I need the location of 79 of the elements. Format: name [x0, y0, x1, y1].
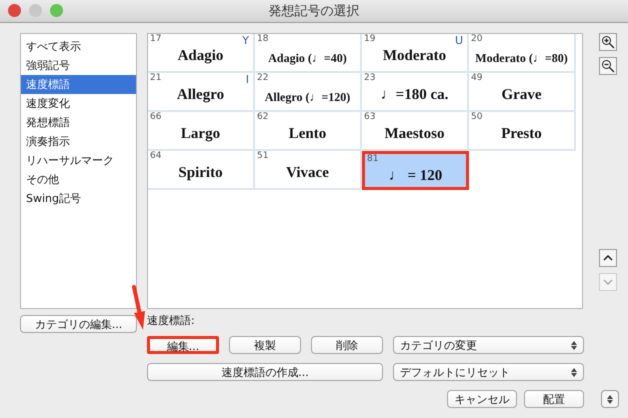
marking-cell[interactable]: 23 ♩=180 ca.: [362, 73, 469, 112]
scroll-up-button[interactable]: [599, 249, 617, 267]
updown-icon: [571, 340, 577, 350]
updown-icon: [571, 368, 577, 376]
category-item[interactable]: その他: [21, 170, 136, 189]
category-item[interactable]: すべて表示: [21, 37, 136, 56]
close-button[interactable]: [8, 4, 21, 17]
edit-category-button[interactable]: カテゴリの編集...: [20, 315, 137, 333]
marking-text: Largo: [180, 126, 222, 143]
marking-cell[interactable]: 66 Largo: [148, 112, 255, 151]
marking-text: ♩=180 ca.: [380, 87, 450, 104]
zoom-in-icon[interactable]: [599, 33, 617, 51]
reset-popup[interactable]: デフォルトにリセット: [393, 363, 584, 381]
marking-number: 20: [471, 34, 482, 44]
marking-text: Adagio: [176, 48, 224, 65]
category-item[interactable]: 演奏指示: [21, 132, 136, 151]
marking-number: 81: [367, 154, 378, 164]
window-title: 発想記号の選択: [268, 3, 360, 20]
marking-cell[interactable]: 62 Lento: [255, 112, 362, 151]
marking-number: 18: [257, 34, 268, 44]
marking-number: 49: [471, 73, 482, 83]
marking-cell[interactable]: 18 Adagio (♩=40): [255, 34, 362, 73]
category-item[interactable]: 強弱記号: [21, 56, 136, 75]
stepper-button[interactable]: [601, 390, 619, 408]
create-marking-button[interactable]: 速度標語の作成...: [147, 363, 383, 381]
marking-text: Maestoso: [384, 126, 446, 143]
category-item[interactable]: 速度標語: [21, 75, 136, 94]
marking-text: Presto: [500, 126, 543, 143]
marking-cell[interactable]: 21 I Allegro: [148, 73, 255, 112]
action-button[interactable]: 削除: [311, 336, 383, 354]
shortcut-key: U: [454, 34, 463, 47]
section-label: 速度標語:: [147, 315, 196, 327]
marking-cell[interactable]: 17 Y Adagio: [148, 34, 255, 73]
marking-text: Spirito: [177, 165, 224, 182]
category-item[interactable]: Swing記号: [21, 189, 136, 208]
marking-cell[interactable]: 19 U Moderato: [362, 34, 469, 73]
marking-number: 22: [257, 73, 268, 83]
marking-cell[interactable]: 51 Vivace: [255, 151, 362, 190]
marking-cell[interactable]: 63 Maestoso: [362, 112, 469, 151]
marking-number: 66: [150, 112, 162, 122]
marking-number: 23: [364, 73, 376, 83]
marking-number: 62: [257, 112, 268, 122]
zoom-out-icon[interactable]: [599, 57, 617, 75]
marking-number: 51: [257, 151, 268, 161]
category-item[interactable]: 発想標語: [21, 113, 136, 132]
marking-text: Allegro (♩=120): [264, 90, 352, 105]
marking-cell[interactable]: 49 Grave: [469, 73, 576, 112]
place-button[interactable]: 配置: [524, 390, 584, 408]
action-button[interactable]: 複製: [229, 336, 301, 354]
marking-cell[interactable]: 64 Spirito: [148, 151, 255, 190]
caret-down-icon: [603, 279, 613, 285]
marking-cell[interactable]: 50 Presto: [469, 112, 576, 151]
caret-up-icon: [603, 255, 613, 261]
marking-text: Adagio (♩=40): [267, 51, 348, 66]
marking-number: 63: [364, 112, 376, 122]
marking-text: Grave: [500, 87, 542, 104]
category-item[interactable]: 速度変化: [21, 94, 136, 113]
marking-number: 21: [150, 73, 162, 83]
marking-number: 17: [150, 34, 162, 44]
marking-text: Moderato: [382, 48, 448, 65]
shortcut-key: Y: [242, 34, 249, 47]
marking-cell[interactable]: 22 Allegro (♩=120): [255, 73, 362, 112]
updown-icon: [607, 394, 613, 404]
shortcut-key: I: [246, 73, 249, 86]
marking-text: Allegro: [176, 87, 226, 104]
marking-cell[interactable]: 81 ♩ = 120: [362, 151, 469, 190]
marking-text: Vivace: [285, 165, 330, 182]
marking-text: Moderato (♩=80): [474, 51, 569, 66]
marking-number: 50: [471, 112, 482, 122]
marking-text: Lento: [288, 126, 328, 143]
category-item[interactable]: リハーサルマーク: [21, 151, 136, 170]
change-category-popup[interactable]: カテゴリの変更: [393, 336, 584, 354]
annotation-arrow: [131, 285, 146, 331]
marking-cell[interactable]: 20 Moderato (♩=80): [469, 34, 576, 73]
cancel-button[interactable]: キャンセル: [447, 390, 517, 408]
marking-number: 19: [364, 34, 376, 44]
action-button[interactable]: 編集...: [147, 336, 219, 354]
marking-number: 64: [150, 151, 162, 161]
marking-text: ♩ = 120: [388, 168, 444, 185]
